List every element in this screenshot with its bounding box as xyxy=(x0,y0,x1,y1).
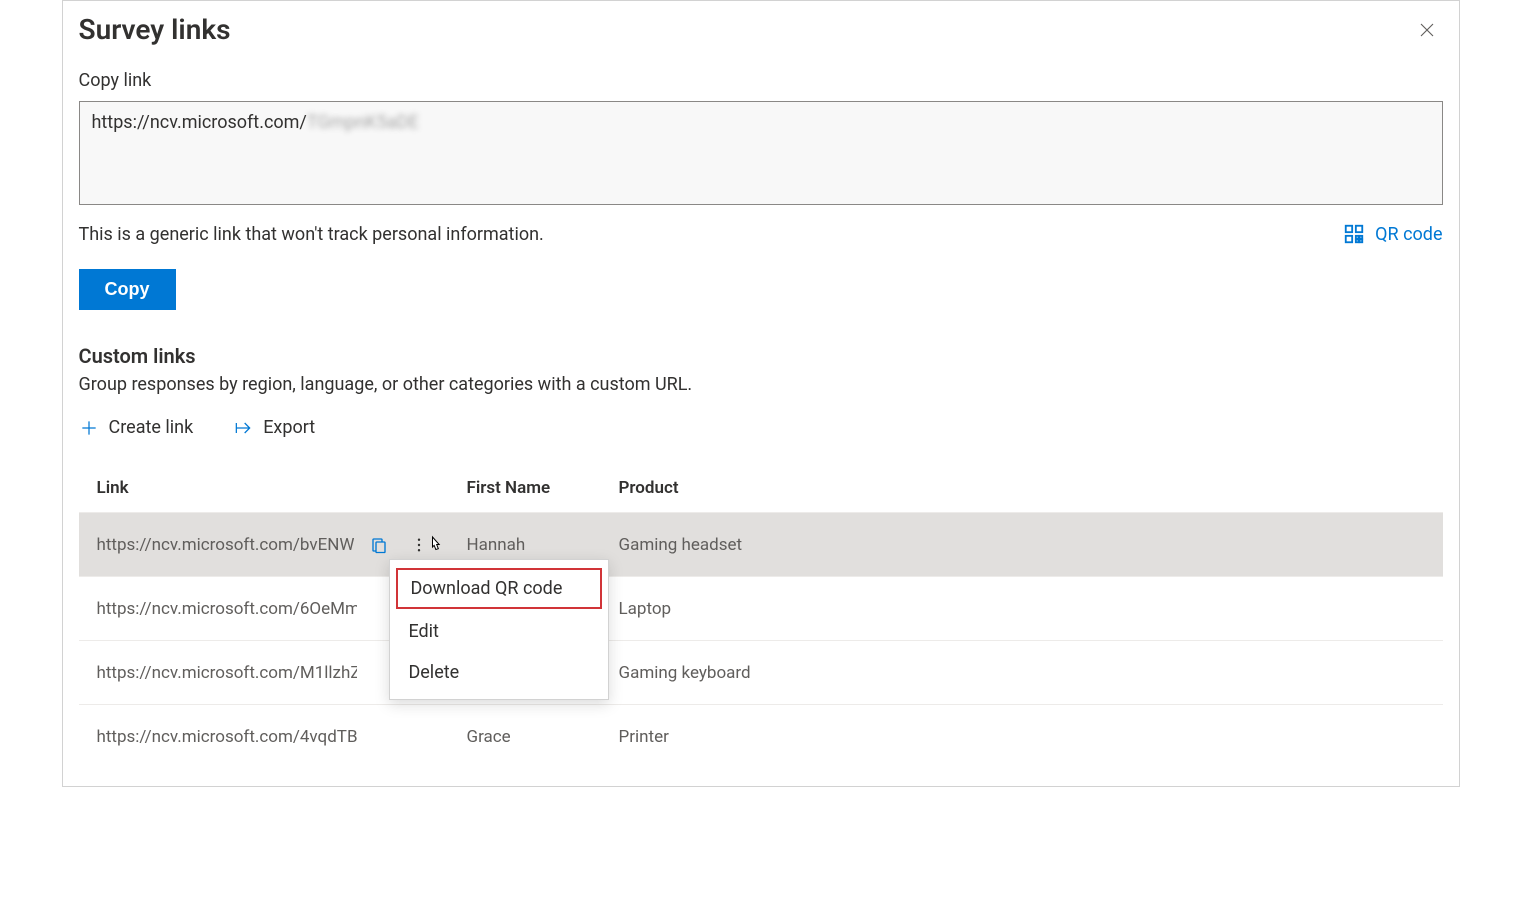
row-actions xyxy=(370,536,428,554)
panel-title: Survey links xyxy=(79,13,231,46)
copy-link-label: Copy link xyxy=(79,70,1443,91)
cell-product: Laptop xyxy=(619,599,1425,619)
panel-header: Survey links xyxy=(79,13,1443,46)
plus-icon xyxy=(79,418,99,438)
link-text: https://ncv.microsoft.com/M1llzhZ xyxy=(97,663,357,683)
export-icon xyxy=(233,418,253,438)
cell-product: Gaming headset xyxy=(619,535,1425,555)
menu-item-download-qr-code[interactable]: Download QR code xyxy=(396,568,602,609)
cell-first-name: Grace xyxy=(467,727,619,747)
custom-links-table: Link First Name Product https://ncv.micr… xyxy=(79,464,1443,768)
copy-button[interactable]: Copy xyxy=(79,269,176,310)
table-row[interactable]: https://ncv.microsoft.com/4vqdTB GracePri… xyxy=(79,704,1443,768)
copy-link-input[interactable]: https://ncv.microsoft.com/TGmpnK5aDE xyxy=(79,101,1443,205)
link-text: https://ncv.microsoft.com/bvENW xyxy=(97,535,355,555)
link-text: https://ncv.microsoft.com/4vqdTB xyxy=(97,727,357,747)
custom-links-actions: Create link Export xyxy=(79,417,1443,438)
custom-links-desc: Group responses by region, language, or … xyxy=(79,374,1443,395)
cell-product: Printer xyxy=(619,727,1425,747)
close-icon xyxy=(1418,21,1436,39)
more-options-icon[interactable] xyxy=(410,536,428,554)
link-text: https://ncv.microsoft.com/6OeMm xyxy=(97,599,357,619)
column-header-first-name[interactable]: First Name xyxy=(467,478,619,498)
cell-link: https://ncv.microsoft.com/bvENW xyxy=(97,535,467,555)
menu-item-delete[interactable]: Delete xyxy=(390,652,608,693)
create-link-button[interactable]: Create link xyxy=(79,417,194,438)
table-row[interactable]: https://ncv.microsoft.com/6OeMm Laptop xyxy=(79,576,1443,640)
table-row[interactable]: https://ncv.microsoft.com/M1llzhZ Gaming … xyxy=(79,640,1443,704)
cell-product: Gaming keyboard xyxy=(619,663,1425,683)
export-label: Export xyxy=(263,417,315,438)
create-link-label: Create link xyxy=(109,417,194,438)
export-button[interactable]: Export xyxy=(233,417,315,438)
cell-first-name: Hannah xyxy=(467,535,619,555)
table-row[interactable]: https://ncv.microsoft.com/bvENW HannahGam… xyxy=(79,512,1443,576)
cell-link: https://ncv.microsoft.com/4vqdTB xyxy=(97,727,467,747)
qr-code-link[interactable]: QR code xyxy=(1343,223,1442,245)
link-obscured-tail: TGmpnK5aDE xyxy=(307,112,419,133)
link-prefix: https://ncv.microsoft.com/ xyxy=(92,112,307,133)
qr-code-label: QR code xyxy=(1375,224,1442,245)
table-header: Link First Name Product xyxy=(79,464,1443,512)
helper-text: This is a generic link that won't track … xyxy=(79,224,544,245)
survey-links-panel: Survey links Copy link https://ncv.micro… xyxy=(62,0,1460,787)
column-header-product[interactable]: Product xyxy=(619,478,1425,498)
row-context-menu: Download QR codeEditDelete xyxy=(389,559,609,700)
custom-links-title: Custom links xyxy=(79,344,1443,368)
copy-link-icon[interactable] xyxy=(370,536,388,554)
helper-row: This is a generic link that won't track … xyxy=(79,223,1443,245)
qr-code-icon xyxy=(1343,223,1365,245)
column-header-link[interactable]: Link xyxy=(97,478,467,498)
menu-item-edit[interactable]: Edit xyxy=(390,611,608,652)
close-button[interactable] xyxy=(1411,14,1443,46)
